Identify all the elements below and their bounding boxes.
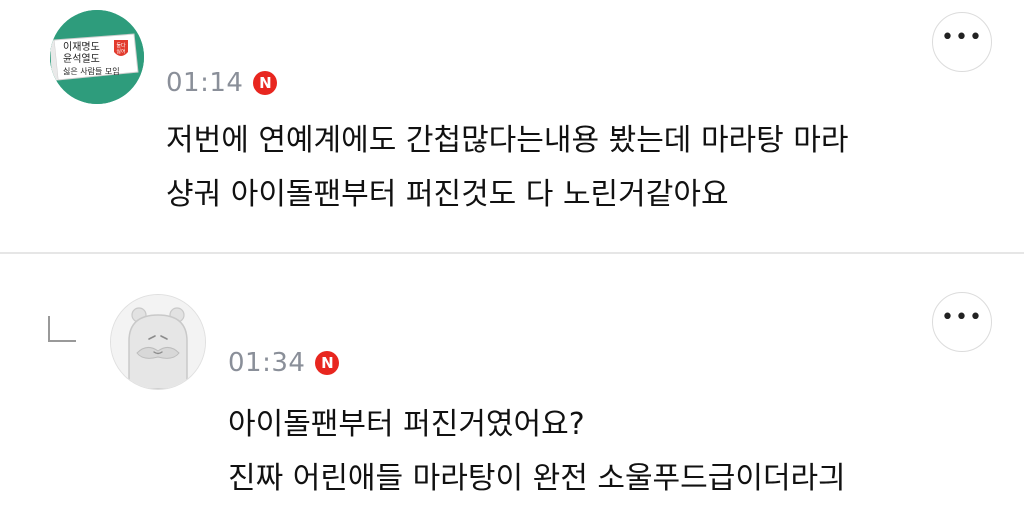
comment-line: 샹궈 아이돌팬부터 퍼진것도 다 노린거같아요 (166, 177, 729, 212)
comment-text: 저번에 연예계에도 간첩많다는내용 봤는데 마라탕 마라 샹궈 아이돌팬부터 퍼… (166, 114, 986, 222)
avatar-text-3: 싫은 사람들 모임 (63, 66, 120, 76)
comment-line: 아이돌팬부터 퍼진거였어요? (228, 407, 585, 442)
reply-arrow-icon (48, 316, 76, 342)
avatar[interactable] (110, 294, 206, 390)
comment-line: 진짜 어린애들 마라탕이 완전 소울푸드급이더라긔 (228, 461, 846, 496)
avatar[interactable]: 이재명도 윤석열도 싫은 사람들 모임 둘다 싫어 (50, 10, 144, 104)
default-profile-icon (111, 295, 205, 389)
comment-meta: 01:14 N (166, 68, 278, 98)
comment: 이재명도 윤석열도 싫은 사람들 모임 둘다 싫어 01:14 N 저번에 연예… (0, 0, 1024, 252)
group-banner-icon: 이재명도 윤석열도 싫은 사람들 모임 둘다 싫어 (50, 10, 144, 104)
avatar-shield-2: 싫어 (116, 48, 125, 55)
more-icon: ••• (941, 25, 983, 50)
avatar-text-2: 윤석열도 (63, 53, 100, 65)
reply-comment: 01:34 N 아이돌팬부터 퍼진거였어요? 진짜 어린애들 마라탕이 완전 소… (0, 254, 1024, 522)
timestamp: 01:14 (166, 68, 244, 98)
comment-line: 저번에 연예계에도 간첩많다는내용 봤는데 마라탕 마라 (166, 123, 849, 158)
timestamp: 01:34 (228, 348, 306, 378)
more-icon: ••• (941, 305, 983, 330)
more-options-button[interactable]: ••• (932, 12, 992, 72)
comment-meta: 01:34 N (228, 348, 340, 378)
more-options-button[interactable]: ••• (932, 292, 992, 352)
new-badge: N (315, 351, 340, 375)
comment-text: 아이돌팬부터 퍼진거였어요? 진짜 어린애들 마라탕이 완전 소울푸드급이더라긔 (228, 398, 988, 506)
avatar-shield-1: 둘다 (116, 42, 126, 49)
avatar-text-1: 이재명도 (63, 41, 100, 53)
new-badge: N (253, 71, 278, 95)
